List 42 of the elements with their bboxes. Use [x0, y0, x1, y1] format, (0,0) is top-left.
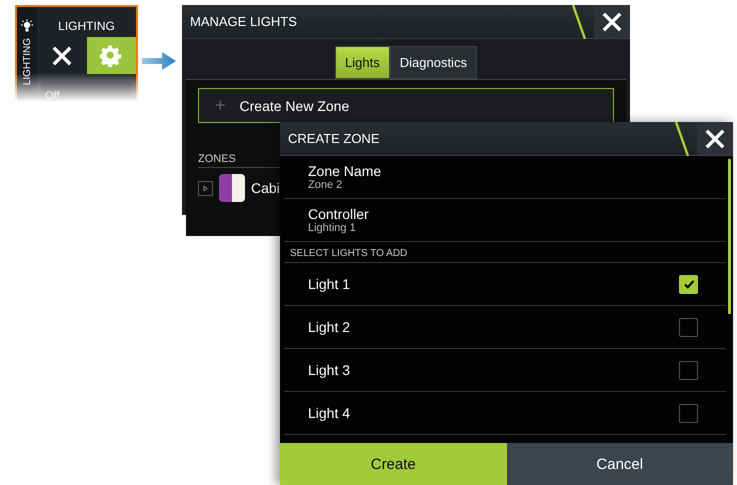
arrow-icon: [142, 51, 176, 71]
light-label: Light 4: [308, 405, 350, 421]
accent-line-icon: [675, 122, 689, 156]
panel-title: LIGHTING: [57, 18, 116, 35]
plus-icon: +: [215, 95, 226, 116]
window-title: MANAGE LIGHTS: [189, 14, 298, 29]
close-icon: [602, 12, 622, 32]
section-header: SELECT LIGHTS TO ADD: [284, 242, 726, 263]
triangle-icon: [203, 186, 208, 190]
checkbox[interactable]: [679, 360, 698, 380]
accent-line-icon: [572, 4, 586, 38]
window-title: CREATE ZONE: [287, 131, 380, 146]
checkbox[interactable]: [679, 318, 698, 336]
field-value: Zone 2: [308, 179, 344, 191]
tab[interactable]: Diagnostics: [390, 46, 477, 79]
close-button[interactable]: [594, 5, 630, 38]
create-button[interactable]: Create: [280, 443, 506, 485]
close-button[interactable]: [697, 122, 733, 155]
close-icon: [705, 128, 725, 148]
setting-row[interactable]: Zone Name Zone 2: [284, 156, 726, 199]
checkmark-icon: [682, 278, 694, 290]
light-label: Light 3: [308, 362, 350, 378]
checkbox[interactable]: [679, 274, 698, 294]
light-label: Light 2: [308, 319, 350, 335]
create-new-zone-button[interactable]: + Create New Zone: [198, 88, 614, 123]
side-label: LIGHTING: [22, 38, 32, 86]
setting-row[interactable]: Controller Lighting 1: [284, 199, 726, 242]
zone-name[interactable]: Cabi: [251, 180, 280, 196]
light-label: Light 1: [308, 276, 350, 292]
side-tab[interactable]: LIGHTING: [15, 7, 37, 102]
lightbulb-icon: [20, 19, 34, 33]
field-label: Zone Name: [308, 163, 382, 179]
field-label: Controller: [308, 206, 370, 222]
expand-button[interactable]: [198, 180, 213, 196]
button-label: Create New Zone: [240, 98, 350, 114]
settings-icon: [100, 44, 122, 66]
field-value: Lighting 1: [308, 222, 357, 234]
cancel-button[interactable]: Cancel: [506, 443, 733, 485]
close-icon: [52, 46, 72, 66]
tab[interactable]: Lights: [335, 46, 390, 79]
checkbox[interactable]: [679, 404, 698, 422]
scrollbar[interactable]: [728, 159, 731, 314]
